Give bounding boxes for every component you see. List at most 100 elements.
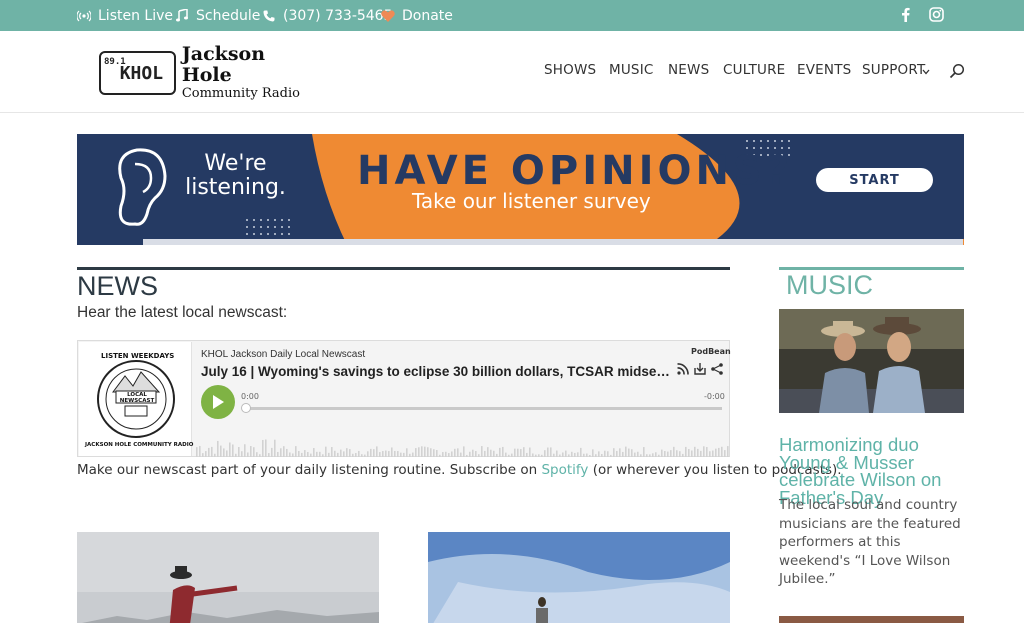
music-section-title: MUSIC <box>786 270 873 300</box>
site-header: 89.1 KHOL Jackson Hole Community Radio S… <box>0 31 1024 113</box>
waveform-bar <box>244 444 246 457</box>
waveform-bar <box>706 447 708 457</box>
waveform-bar <box>727 446 729 457</box>
waveform-bar <box>685 446 687 457</box>
waveform-bar <box>625 446 627 457</box>
waveform-bar <box>205 451 207 457</box>
survey-banner[interactable]: We're listening. HAVE OPINIONS? Take our… <box>77 134 964 245</box>
download-icon[interactable] <box>693 362 707 376</box>
waveform-bar <box>226 450 228 457</box>
play-icon <box>213 395 224 409</box>
waveform-bar <box>298 450 300 457</box>
waveform-bar <box>691 450 693 457</box>
waveform-bar <box>505 452 507 457</box>
waveform-bar <box>670 450 672 457</box>
waveform-bar <box>340 449 342 457</box>
waveform-bar <box>607 451 609 457</box>
waveform-bar <box>553 453 555 457</box>
waveform-bar <box>373 449 375 457</box>
donate-link[interactable]: Donate <box>381 0 453 31</box>
waveform-bar <box>379 452 381 457</box>
waveform-bar <box>331 447 333 457</box>
waveform-bar <box>598 451 600 457</box>
phone-number: (307) 733-5465 <box>283 7 393 24</box>
nav-support[interactable]: SUPPORT <box>862 62 925 78</box>
story-card-image-1[interactable] <box>77 532 379 623</box>
waveform-bar <box>295 446 297 457</box>
waveform-bar <box>550 447 552 457</box>
waveform-bar <box>427 447 429 457</box>
nav-culture[interactable]: CULTURE <box>723 62 785 78</box>
rss-icon[interactable] <box>676 362 690 376</box>
waveform-bar <box>538 454 540 457</box>
waveform-bar <box>649 454 651 457</box>
waveform-bar <box>502 446 504 457</box>
waveform-bar <box>697 448 699 457</box>
podbean-logo[interactable]: PodBean <box>691 347 731 356</box>
logo-line-1: Jackson Hole <box>181 43 266 86</box>
story-card-image-2[interactable] <box>428 532 730 623</box>
music-story-excerpt: The local soul and country musicians are… <box>779 497 961 587</box>
waveform-bar <box>562 452 564 457</box>
progress-track[interactable] <box>246 407 722 410</box>
waveform-bar <box>703 446 705 457</box>
survey-start-button[interactable]: START <box>816 168 933 192</box>
spotify-link[interactable]: Spotify <box>541 462 588 478</box>
schedule-link[interactable]: Schedule <box>175 0 260 31</box>
play-button[interactable] <box>201 385 235 419</box>
waveform-bar <box>352 453 354 457</box>
waveform-bar <box>229 442 231 457</box>
waveform-bar <box>520 449 522 457</box>
music-story-image-2[interactable] <box>779 616 964 623</box>
waveform-bar <box>253 447 255 457</box>
waveform-bar <box>217 440 219 457</box>
waveform-bar <box>628 448 630 457</box>
waveform-bar <box>247 452 249 457</box>
nav-events[interactable]: EVENTS <box>797 62 851 78</box>
waveform-bar <box>433 449 435 457</box>
waveform-bar <box>592 449 594 457</box>
waveform-bar <box>283 446 285 457</box>
subscribe-prefix: Make our newscast part of your daily lis… <box>77 462 542 478</box>
progress-handle[interactable] <box>241 403 251 413</box>
search-icon[interactable] <box>949 63 965 79</box>
nav-music[interactable]: MUSIC <box>609 62 654 78</box>
waveform-bar <box>220 445 222 457</box>
share-icon[interactable] <box>710 362 724 376</box>
artwork-caption-mid: LOCAL NEWSCAST <box>119 392 155 404</box>
listen-live-link[interactable]: Listen Live <box>77 0 173 31</box>
waveform-bar <box>361 454 363 457</box>
waveform-bar <box>403 452 405 457</box>
site-logo[interactable]: 89.1 KHOL Jackson Hole Community Radio <box>99 44 309 101</box>
waveform-bar <box>319 451 321 457</box>
waveform-bar <box>208 447 210 457</box>
instagram-icon[interactable] <box>927 5 945 23</box>
waveform-bar <box>667 451 669 457</box>
waveform-bar <box>496 453 498 457</box>
waveform-bar <box>235 453 237 457</box>
waveform-bar <box>619 448 621 457</box>
phone-link[interactable]: (307) 733-5465 <box>262 0 393 31</box>
waveform-bar <box>232 444 234 457</box>
waveform-bar <box>313 448 315 457</box>
waveform-bar <box>430 448 432 457</box>
facebook-icon[interactable] <box>896 5 914 23</box>
waveform-bar <box>280 448 282 457</box>
nav-shows[interactable]: SHOWS <box>544 62 596 78</box>
waveform-bar <box>400 452 402 457</box>
waveform-bar <box>709 451 711 457</box>
waveform-bar <box>688 449 690 457</box>
waveform-bar <box>223 448 225 457</box>
waveform-bar <box>595 454 597 457</box>
waveform-bar <box>487 447 489 457</box>
nav-news[interactable]: NEWS <box>668 62 709 78</box>
waveform-bar <box>271 447 273 457</box>
waveform-bar <box>289 452 291 457</box>
episode-title[interactable]: July 16 | Wyoming's savings to eclipse 3… <box>201 364 671 379</box>
waveform-bar <box>370 448 372 457</box>
chevron-down-icon <box>922 69 930 75</box>
banner-subline: Take our listener survey <box>412 189 651 213</box>
music-story-image[interactable] <box>779 309 964 413</box>
waveform-bar <box>643 447 645 457</box>
waveform-bar <box>694 446 696 457</box>
